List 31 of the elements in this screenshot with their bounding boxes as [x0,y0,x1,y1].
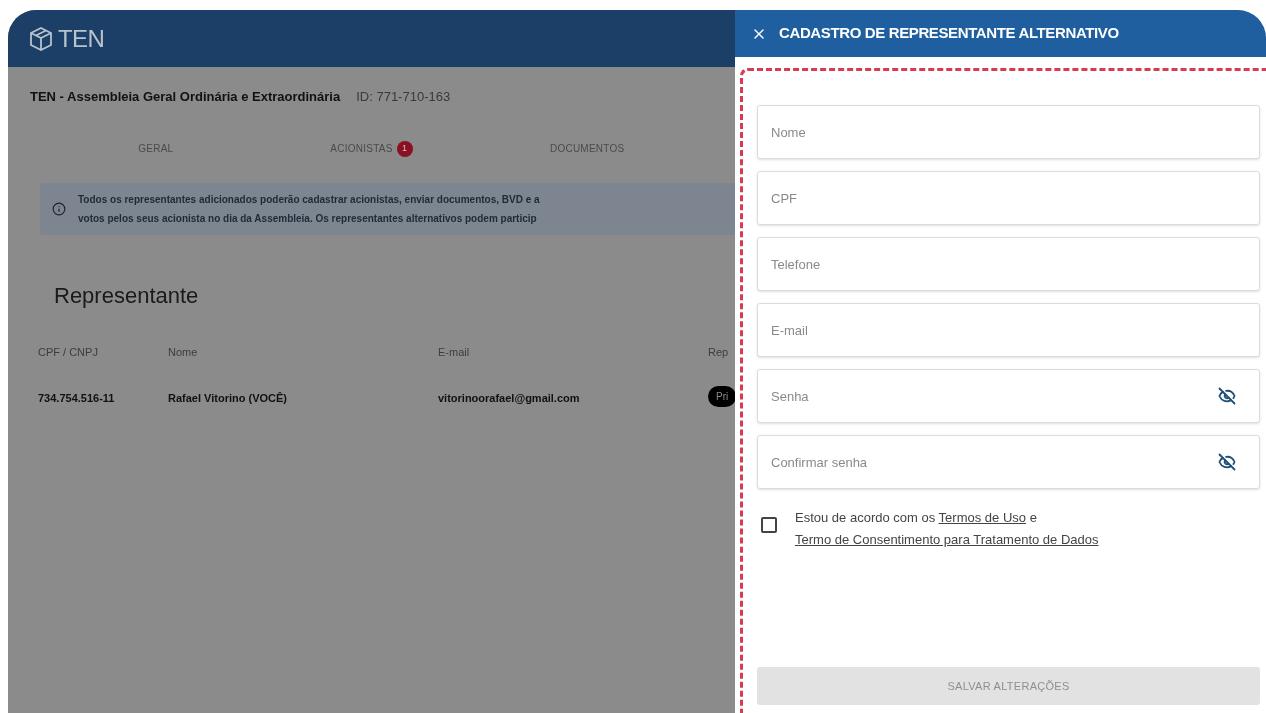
checkbox[interactable] [761,517,777,533]
input-field[interactable]: E-mail [757,303,1260,357]
column-header: Rep [708,344,730,360]
terms-link[interactable]: Termos de Uso [938,510,1026,525]
meeting-title: TEN - Assembleia Geral Ordinária e Extraordinária [30,88,341,106]
drawer-title: CADASTRO DE REPRESENTANTE ALTERNATIVO [779,23,1119,44]
column-header: E-mail [438,344,471,360]
section-title: Representante [54,281,200,310]
input-field[interactable]: Senha [757,369,1260,423]
info-icon [52,201,66,216]
column-header: Nome [168,344,199,360]
input-field[interactable]: Nome [757,105,1260,159]
tab[interactable]: ACIONISTAS 1 [263,136,480,161]
input-field[interactable]: Confirmar senha [757,435,1260,489]
table-cell-text: vitorinoorafael@gmail.com [438,391,581,406]
notification-badge: 1 [396,140,413,157]
input-field[interactable]: CPF [757,171,1260,225]
eye-off-icon[interactable] [1218,453,1236,471]
eye-off-icon[interactable] [1218,387,1236,405]
consent-text: Estou de acordo com os Termos de Uso e Termo de Consentimento para Tratamento de Dados [795,509,1100,549]
table-cell-text: 734.754.516-11 [38,391,116,406]
logo-text: TEN [58,23,105,54]
info-text-line: votos pelos seus acionista no dia da Assembleia. Os representantes alternativos podem particip [78,211,538,226]
consent-link[interactable]: Termo de Consentimento para Tratamento de Dados [795,532,1099,547]
input-field[interactable]: Telefone [757,237,1260,291]
cube-logo-icon [28,25,54,52]
meeting-id: ID: 771-710-163 [356,88,451,106]
table-cell-text: Rafael Vitorino (VOCÊ) [168,391,288,406]
role-tag: Pri [708,386,735,407]
info-text-line: Todos os representantes adicionados poderão cadastrar acionistas, enviar documentos, BVD e a [78,192,540,207]
column-header: CPF / CNPJ [38,344,99,360]
